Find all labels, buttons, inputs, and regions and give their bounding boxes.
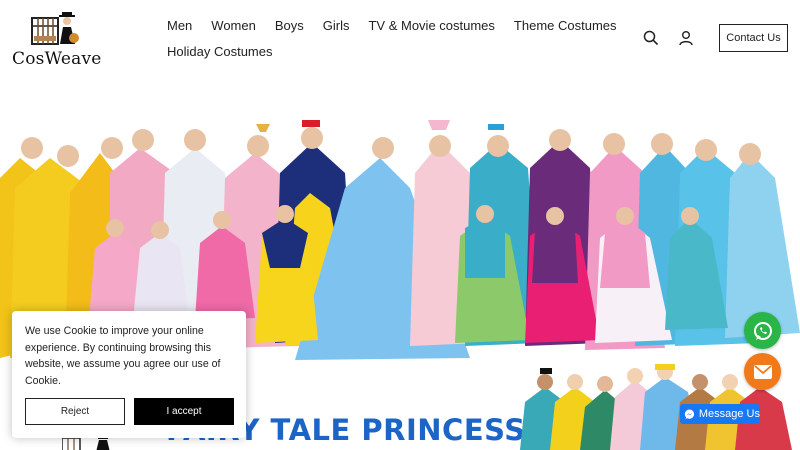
accept-cookies-button[interactable]: I accept bbox=[134, 398, 234, 425]
nav-item-theme-costumes[interactable]: Theme Costumes bbox=[514, 18, 617, 33]
nav-item-men[interactable]: Men bbox=[167, 18, 192, 33]
cookie-actions: Reject I accept bbox=[25, 398, 234, 425]
messenger-label: Message Us bbox=[698, 408, 760, 420]
reject-cookies-button[interactable]: Reject bbox=[25, 398, 125, 425]
brand-name: CosWeave bbox=[12, 49, 102, 69]
site-header: CosWeave Men Women Boys Girls TV & Movie… bbox=[0, 0, 800, 80]
whatsapp-button[interactable] bbox=[744, 312, 781, 349]
nav-row-1: Men Women Boys Girls TV & Movie costumes… bbox=[167, 14, 617, 36]
nav-row-2: Holiday Costumes bbox=[167, 40, 607, 62]
user-icon bbox=[679, 31, 693, 46]
mail-icon bbox=[753, 364, 772, 379]
search-button[interactable] bbox=[641, 28, 661, 48]
messenger-button[interactable]: Message Us bbox=[680, 404, 760, 424]
whatsapp-icon bbox=[753, 321, 772, 340]
nav-item-women[interactable]: Women bbox=[211, 18, 256, 33]
email-button[interactable] bbox=[744, 353, 781, 390]
cookie-consent-dialog: We use Cookie to improve your online exp… bbox=[12, 311, 246, 438]
nav-item-boys[interactable]: Boys bbox=[275, 18, 304, 33]
contact-us-button[interactable]: Contact Us bbox=[719, 24, 788, 52]
nav-item-holiday-costumes[interactable]: Holiday Costumes bbox=[167, 44, 273, 59]
account-button[interactable] bbox=[676, 28, 696, 48]
nav-item-girls[interactable]: Girls bbox=[323, 18, 350, 33]
messenger-icon bbox=[684, 408, 695, 419]
brand-logo[interactable]: CosWeave bbox=[10, 8, 102, 70]
cookie-message: We use Cookie to improve your online exp… bbox=[25, 325, 221, 387]
search-icon bbox=[643, 30, 659, 46]
main-nav: Men Women Boys Girls TV & Movie costumes… bbox=[167, 14, 617, 62]
nav-item-tv-movie-costumes[interactable]: TV & Movie costumes bbox=[368, 18, 494, 33]
loom-logo-icon bbox=[31, 12, 79, 45]
